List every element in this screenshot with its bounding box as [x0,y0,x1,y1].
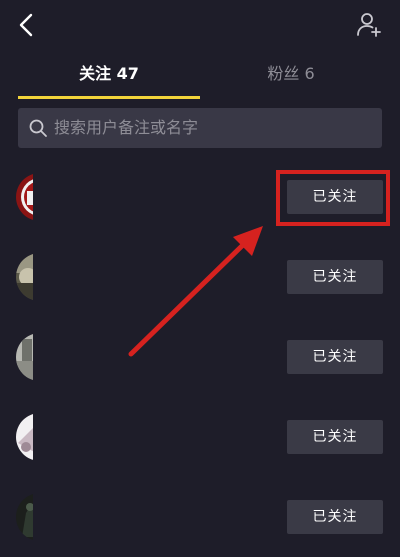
avatar-overlap-mask [33,325,83,389]
list-item[interactable]: 已关注 [0,237,400,317]
list-item[interactable]: 已关注 [0,397,400,477]
following-button[interactable]: 已关注 [287,180,383,214]
avatar-overlap-mask [33,165,83,229]
search-box[interactable] [18,108,382,148]
add-friend-button[interactable] [354,10,384,40]
list-item[interactable]: 已关注 [0,317,400,397]
tab-following[interactable]: 关注 47 [18,62,200,86]
following-button[interactable]: 已关注 [287,500,383,534]
avatar-overlap-mask [33,485,83,549]
chevron-left-icon [19,13,33,37]
tab-fans[interactable]: 粉丝 6 [200,62,382,86]
avatar-overlap-mask [33,245,83,309]
search-input[interactable] [54,108,374,148]
list-item[interactable]: 已关注 [0,477,400,557]
active-tab-indicator [18,96,200,99]
tab-bar: 关注 47 粉丝 6 [0,52,400,100]
add-user-icon [357,13,381,37]
back-button[interactable] [12,10,42,40]
list-item[interactable]: 已关注 [0,157,400,237]
following-button[interactable]: 已关注 [287,260,383,294]
avatar-overlap-mask [33,405,83,469]
following-button[interactable]: 已关注 [287,420,383,454]
top-bar [0,0,400,52]
following-button[interactable]: 已关注 [287,340,383,374]
search-icon [29,119,47,137]
